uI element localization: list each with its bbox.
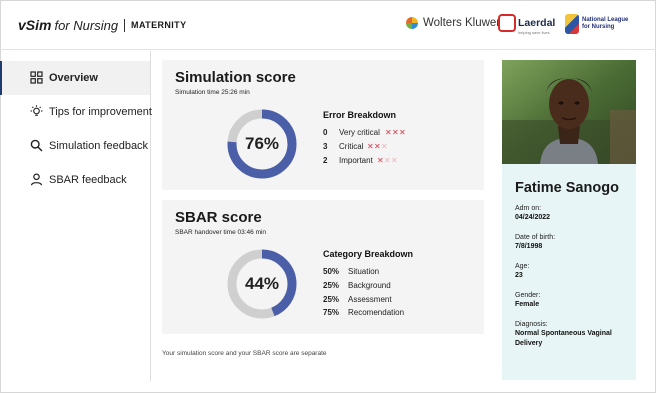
diagnosis-value: Normal Spontaneous Vaginal Delivery — [515, 330, 612, 347]
x-mark-icon: ✕ — [367, 142, 374, 151]
search-icon — [30, 139, 43, 152]
error-breakdown-title: Error Breakdown — [323, 110, 397, 120]
x-mark-icon: ✕ — [385, 128, 392, 137]
category-row-situation: 50% Situation — [323, 267, 443, 279]
top-header: vSim for Nursing MATERNITY Wolters Kluwe… — [0, 0, 656, 50]
simulation-score-ring: 76% — [226, 108, 298, 180]
x-mark-icon: ✕ — [384, 156, 391, 165]
category-percent: 25% — [323, 281, 340, 290]
sbar-score-card: SBAR score SBAR handover time 03:46 min … — [162, 200, 484, 334]
age-value: 23 — [515, 272, 523, 279]
category-row-recommendation: 75% Recomendation — [323, 308, 443, 320]
laerdal-tagline: helping save lives — [518, 30, 550, 35]
nln-name: National League for Nursing — [582, 17, 628, 31]
x-mark-icon: ✕ — [391, 156, 398, 165]
sbar-handover-time: SBAR handover time 03:46 min — [175, 229, 267, 236]
category-label: Situation — [348, 267, 380, 276]
brand-section: MATERNITY — [131, 20, 187, 30]
x-mark-icon: ✕ — [392, 128, 399, 137]
error-label: Critical — [339, 142, 364, 151]
category-row-assessment: 25% Assessment — [323, 295, 443, 307]
sidebar-item-label: Tips for improvement — [49, 106, 152, 118]
category-percent: 75% — [323, 308, 340, 317]
simulation-score-card: Simulation score Simulation time 25:26 m… — [162, 60, 484, 190]
nln-logo: National League for Nursing — [565, 13, 635, 39]
error-row-important: 2 Important ✕ ✕ ✕ — [323, 156, 443, 168]
sidebar-item-simulation-feedback[interactable]: Simulation feedback — [0, 129, 150, 163]
category-label: Assessment — [348, 295, 392, 304]
laerdal-icon — [498, 14, 516, 32]
age-label: Age: — [515, 263, 530, 270]
patient-info-panel: Fatime Sanogo Adm on: 04/24/2022 Date of… — [502, 164, 636, 380]
sidebar-item-tips[interactable]: Tips for improvement — [0, 95, 152, 129]
sbar-score-ring: 44% — [226, 248, 298, 320]
nln-line1: National League — [582, 17, 629, 23]
sidebar: Overview Tips for improvement Simulation… — [0, 51, 152, 381]
brand-vsim: vSim — [18, 17, 52, 33]
lightbulb-icon — [30, 105, 43, 116]
x-mark-icon: ✕ — [377, 156, 384, 165]
vsim-logo[interactable]: vSim for Nursing MATERNITY — [18, 17, 186, 33]
sidebar-item-label: Simulation feedback — [49, 140, 149, 152]
category-breakdown-title: Category Breakdown — [323, 249, 414, 259]
simulation-time: Simulation time 25:26 min — [175, 89, 250, 96]
dob-value: 7/8/1998 — [515, 243, 543, 250]
score-footnote: Your simulation score and your SBAR scor… — [162, 350, 327, 357]
gender-label: Gender: — [515, 292, 541, 299]
patient-portrait-image — [502, 60, 636, 164]
laerdal-logo: Laerdal helping save lives — [498, 12, 555, 42]
category-label: Background — [348, 281, 391, 290]
category-label: Recomendation — [348, 308, 405, 317]
error-label: Very critical — [339, 128, 380, 137]
category-percent: 25% — [323, 295, 340, 304]
wolters-kluwer-name: Wolters Kluwer — [423, 17, 501, 29]
sidebar-item-sbar-feedback[interactable]: SBAR feedback — [0, 163, 150, 197]
sidebar-item-overview[interactable]: Overview — [0, 61, 150, 95]
brand-divider — [124, 18, 126, 32]
brand-for-nursing: for Nursing — [54, 17, 119, 33]
dob-label: Date of birth: — [515, 234, 556, 241]
sidebar-item-label: SBAR feedback — [49, 174, 127, 186]
error-label: Important — [339, 156, 373, 165]
error-row-critical: 3 Critical ✕ ✕ ✕ — [323, 142, 443, 154]
error-count: 2 — [323, 156, 328, 165]
sbar-score-value: 44% — [244, 274, 280, 293]
admission-value: 04/24/2022 — [515, 214, 551, 221]
user-icon — [30, 173, 43, 186]
x-mark-icon: ✕ — [399, 128, 406, 137]
diagnosis-label: Diagnosis: — [515, 321, 548, 328]
card-title: Simulation score — [175, 69, 296, 86]
simulation-score-value: 76% — [244, 134, 280, 153]
wolters-kluwer-logo: Wolters Kluwer — [406, 17, 500, 29]
error-row-very-critical: 0 Very critical ✕ ✕ ✕ — [323, 128, 443, 140]
patient-photo — [502, 60, 636, 164]
category-row-background: 25% Background — [323, 281, 443, 293]
grid-icon — [30, 71, 43, 84]
admission-label: Adm on: — [515, 205, 542, 212]
x-mark-icon: ✕ — [374, 142, 381, 151]
wolters-kluwer-icon — [406, 17, 418, 29]
gender-value: Female — [515, 301, 540, 308]
card-title: SBAR score — [175, 209, 262, 226]
patient-name: Fatime Sanogo — [515, 180, 619, 196]
category-percent: 50% — [323, 267, 340, 276]
nln-icon — [565, 14, 579, 34]
sidebar-item-label: Overview — [49, 72, 98, 84]
x-mark-icon: ✕ — [381, 142, 388, 151]
laerdal-name: Laerdal — [518, 17, 556, 29]
error-count: 0 — [323, 128, 328, 137]
nln-line2: for Nursing — [582, 24, 615, 30]
error-count: 3 — [323, 142, 328, 151]
